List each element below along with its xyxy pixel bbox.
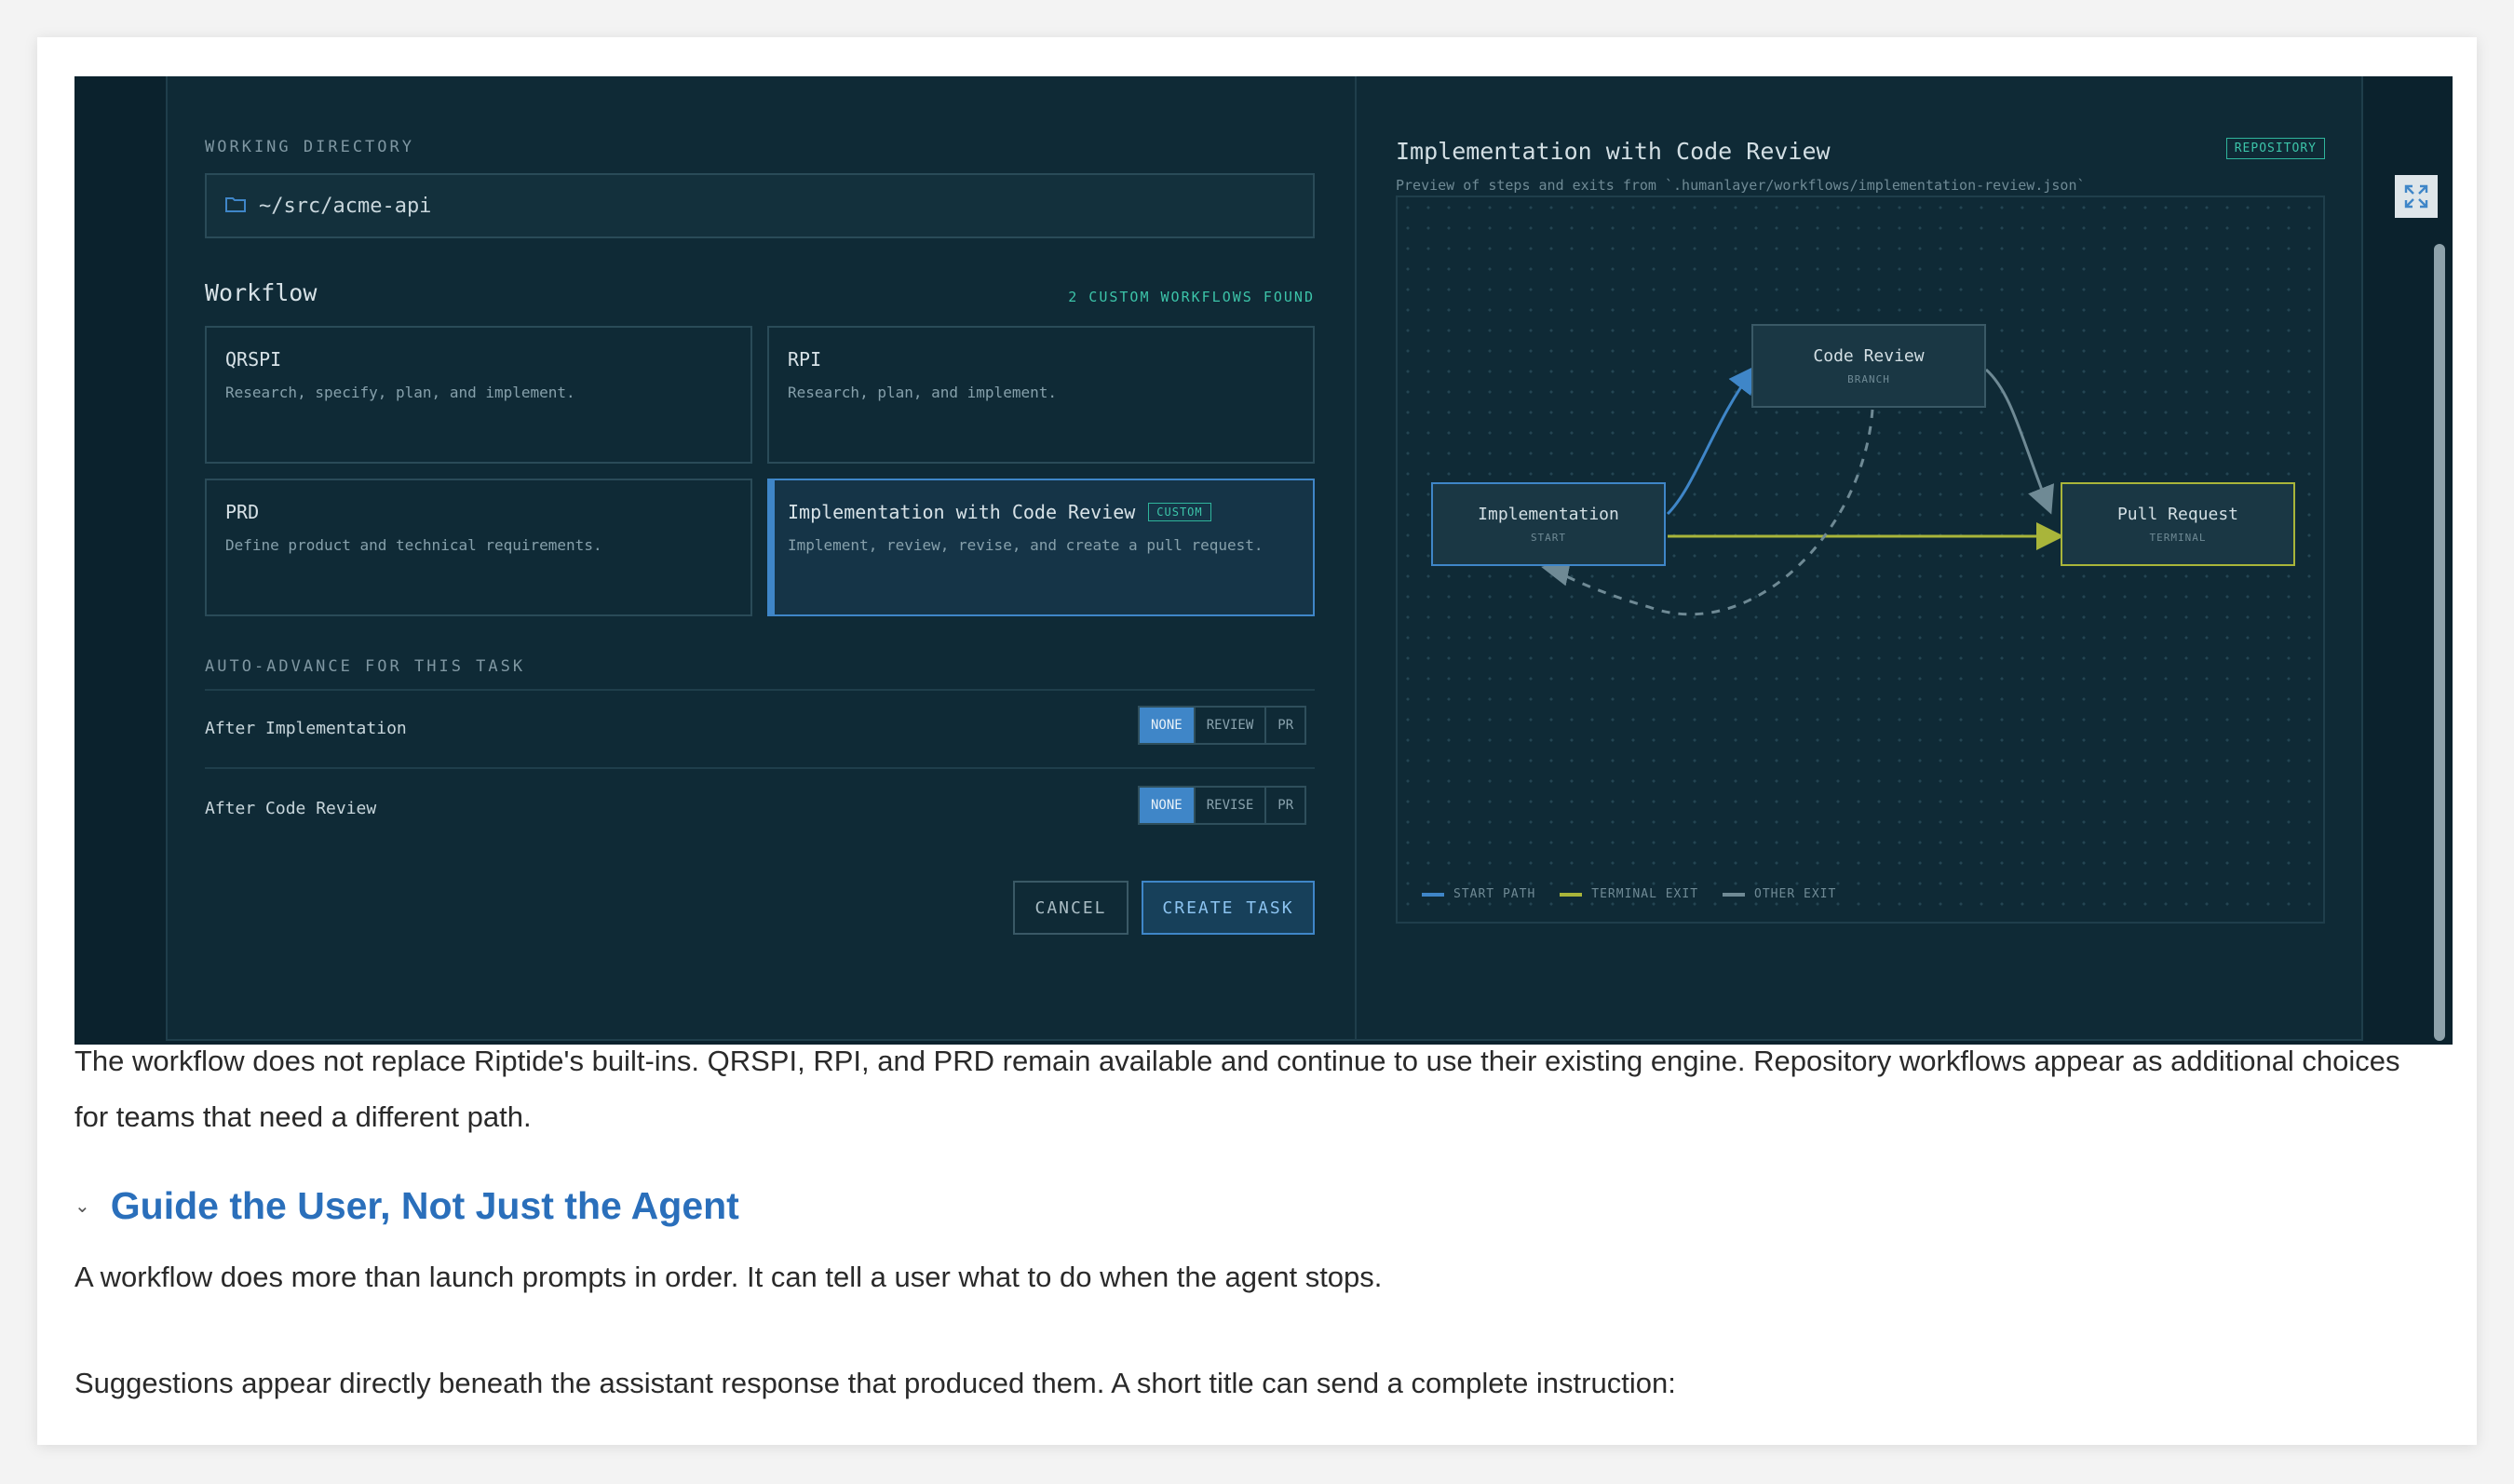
- custom-workflows-count: 2 CUSTOM WORKFLOWS FOUND: [1068, 289, 1315, 305]
- expand-icon[interactable]: [2395, 175, 2438, 218]
- after-implementation-toggle: NONE REVIEW PR: [1138, 706, 1307, 745]
- cancel-button[interactable]: CANCEL: [1013, 881, 1129, 935]
- new-task-modal: WORKING DIRECTORY ~/src/acme-api Workflo…: [166, 76, 2363, 1041]
- repository-badge: REPOSITORY: [2225, 138, 2325, 159]
- workflow-option-qrspi[interactable]: QRSPI Research, specify, plan, and imple…: [205, 326, 752, 464]
- legend-start-path: START PATH: [1422, 887, 1535, 901]
- article-paragraph: A workflow does more than launch prompts…: [74, 1261, 1383, 1293]
- node-name: Pull Request: [2116, 505, 2239, 524]
- working-directory-value: ~/src/acme-api: [259, 194, 432, 218]
- custom-badge: CUSTOM: [1148, 503, 1211, 521]
- workflow-option-rpi[interactable]: RPI Research, plan, and implement.: [767, 326, 1315, 464]
- option-revise[interactable]: REVISE: [1196, 788, 1267, 823]
- legend-terminal-exit: TERMINAL EXIT: [1560, 887, 1698, 901]
- workflow-description: Implement, review, revise, and create a …: [788, 536, 1264, 554]
- option-none[interactable]: NONE: [1140, 788, 1196, 823]
- option-review[interactable]: REVIEW: [1196, 708, 1267, 743]
- divider: [205, 689, 1315, 691]
- workflow-title: PRD: [225, 501, 260, 523]
- after-implementation-label: After Implementation: [205, 719, 407, 738]
- option-pr[interactable]: PR: [1266, 788, 1304, 823]
- graph-legend: START PATH TERMINAL EXIT OTHER EXIT: [1422, 887, 1836, 901]
- node-kind: BRANCH: [1847, 373, 1890, 385]
- workflow-graph: Implementation START Code Review BRANCH …: [1396, 196, 2325, 924]
- option-none[interactable]: NONE: [1140, 708, 1196, 743]
- edge-implementation-to-review: [1666, 365, 1757, 516]
- workflow-description: Research, plan, and implement.: [788, 384, 1057, 401]
- workflow-option-implementation-review[interactable]: Implementation with Code Review CUSTOM I…: [767, 479, 1315, 616]
- workflow-title: Implementation with Code Review: [788, 501, 1136, 523]
- workflow-title: QRSPI: [225, 348, 282, 371]
- node-kind: TERMINAL: [2149, 532, 2207, 544]
- working-directory-label: WORKING DIRECTORY: [205, 138, 414, 156]
- after-code-review-toggle: NONE REVISE PR: [1138, 786, 1307, 825]
- preview-subtitle: Preview of steps and exits from `.humanl…: [1396, 177, 2086, 194]
- divider: [205, 767, 1315, 769]
- scrollbar[interactable]: [2434, 244, 2445, 1041]
- node-implementation[interactable]: Implementation START: [1431, 482, 1666, 566]
- option-pr[interactable]: PR: [1266, 708, 1304, 743]
- chevron-down-icon[interactable]: ⌄: [74, 1194, 90, 1218]
- section-heading[interactable]: ⌄ Guide the User, Not Just the Agent: [74, 1184, 739, 1228]
- workflow-label: Workflow: [205, 279, 318, 306]
- edge-review-to-pr: [1985, 368, 2055, 515]
- workflow-option-prd[interactable]: PRD Define product and technical require…: [205, 479, 752, 616]
- article-card: WORKING DIRECTORY ~/src/acme-api Workflo…: [37, 37, 2477, 1445]
- preview-title: Implementation with Code Review: [1396, 138, 1831, 165]
- article-paragraph: The workflow does not replace Riptide's …: [74, 1045, 2400, 1133]
- folder-icon: [225, 195, 246, 218]
- node-pull-request[interactable]: Pull Request TERMINAL: [2061, 482, 2295, 566]
- workflow-description: Research, specify, plan, and implement.: [225, 384, 575, 401]
- task-form: WORKING DIRECTORY ~/src/acme-api Workflo…: [168, 76, 1355, 1039]
- workflow-description: Define product and technical requirement…: [225, 536, 602, 554]
- working-directory-field[interactable]: ~/src/acme-api: [205, 173, 1315, 238]
- section-title: Guide the User, Not Just the Agent: [110, 1184, 739, 1227]
- node-code-review[interactable]: Code Review BRANCH: [1751, 324, 1986, 408]
- node-name: Implementation: [1478, 505, 1619, 524]
- workflow-title: RPI: [788, 348, 822, 371]
- workflow-preview: Implementation with Code Review REPOSITO…: [1355, 76, 2363, 1039]
- app-screenshot: WORKING DIRECTORY ~/src/acme-api Workflo…: [74, 76, 2453, 1045]
- legend-other-exit: OTHER EXIT: [1723, 887, 1836, 901]
- create-task-button[interactable]: CREATE TASK: [1142, 881, 1315, 935]
- node-name: Code Review: [1813, 346, 1925, 366]
- article-paragraph: Suggestions appear directly beneath the …: [74, 1367, 1676, 1399]
- node-kind: START: [1530, 532, 1567, 544]
- after-code-review-label: After Code Review: [205, 799, 377, 818]
- auto-advance-label: AUTO-ADVANCE FOR THIS TASK: [205, 657, 526, 676]
